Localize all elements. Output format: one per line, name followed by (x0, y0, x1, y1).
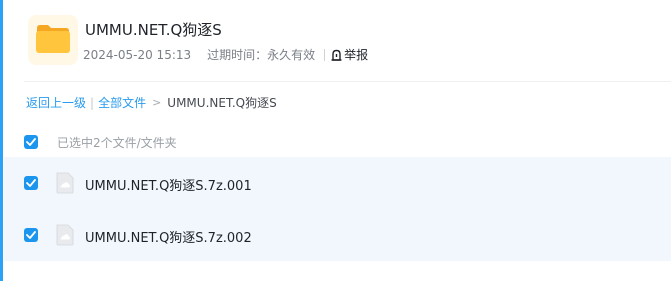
share-meta: 2024-05-20 15:13 过期时间：永久有效 举报 (83, 46, 368, 63)
chevron-right-icon: > (152, 96, 162, 109)
breadcrumb-current: UMMU.NET.Q狗逐S (167, 96, 277, 110)
share-title: UMMU.NET.Q狗逐S (85, 21, 222, 39)
header-divider (24, 81, 671, 82)
selection-count: 已选中2个文件/文件夹 (57, 136, 177, 150)
meta-divider (324, 48, 326, 61)
share-date: 2024-05-20 15:13 (83, 47, 192, 62)
all-files-link[interactable]: 全部文件 (98, 94, 146, 111)
file-archive-icon (56, 172, 74, 194)
check-icon (26, 179, 36, 187)
report-label: 举报 (344, 48, 369, 62)
select-all-checkbox[interactable] (24, 135, 38, 149)
back-link[interactable]: 返回上一级 (26, 94, 86, 111)
file-row[interactable]: UMMU.NET.Q狗逐S.7z.001 (4, 157, 671, 209)
file-name[interactable]: UMMU.NET.Q狗逐S.7z.001 (85, 175, 252, 194)
file-checkbox[interactable] (24, 228, 38, 242)
folder-icon (28, 15, 78, 65)
expire-info: 过期时间：永久有效 (207, 48, 316, 62)
breadcrumb: 返回上一级 | 全部文件 > UMMU.NET.Q狗逐S (26, 94, 277, 111)
report-flag-icon (331, 49, 342, 61)
check-icon (26, 231, 36, 239)
share-header: UMMU.NET.Q狗逐S 2024-05-20 15:13 过期时间：永久有效… (24, 14, 664, 68)
report-button[interactable]: 举报 (331, 46, 368, 63)
file-list: UMMU.NET.Q狗逐S.7z.001 UMMU.NET.Q狗逐S.7z.00… (4, 157, 671, 261)
file-row[interactable]: UMMU.NET.Q狗逐S.7z.002 (4, 209, 671, 261)
file-archive-icon (56, 224, 74, 246)
breadcrumb-separator: | (90, 95, 95, 110)
file-name[interactable]: UMMU.NET.Q狗逐S.7z.002 (85, 227, 252, 246)
file-checkbox[interactable] (24, 176, 38, 190)
check-icon (26, 138, 36, 146)
selection-bar: 已选中2个文件/文件夹 (0, 127, 671, 157)
